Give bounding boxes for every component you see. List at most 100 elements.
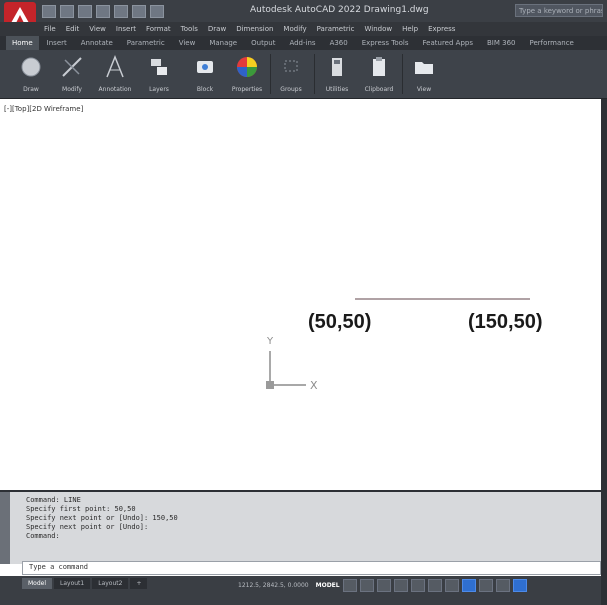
tab-performance[interactable]: Performance (523, 36, 579, 50)
tab-express-tools[interactable]: Express Tools (356, 36, 415, 50)
window-edge (601, 99, 607, 605)
isolate-icon[interactable] (495, 579, 510, 592)
command-history-line: Specify next point or [Undo]: (26, 523, 149, 531)
coordinates-readout: 1212.5, 2842.5, 0.0000 (238, 582, 309, 589)
model-space-toggle[interactable]: MODEL (316, 582, 340, 589)
search-input[interactable]: Type a keyword or phrase (515, 4, 603, 17)
ribbon-panel: Draw Modify Annotation Layers Block Prop… (0, 50, 607, 99)
command-history: Command: LINE Specify first point: 50,50 S… (0, 490, 601, 564)
menu-item-edit[interactable]: Edit (66, 25, 80, 33)
clipboard-button[interactable]: Clipboard (360, 53, 398, 95)
otrack-icon[interactable] (427, 579, 442, 592)
draw-label: Draw (23, 86, 39, 93)
properties-button[interactable]: Properties (228, 53, 266, 95)
menu-item-format[interactable]: Format (146, 25, 171, 33)
command-line-grip[interactable] (0, 492, 10, 564)
ortho-icon[interactable] (376, 579, 391, 592)
menu-item-file[interactable]: File (44, 25, 56, 33)
block-button[interactable]: Block (186, 53, 224, 95)
command-input[interactable]: Type a command (22, 561, 601, 575)
view-button[interactable]: View (405, 53, 443, 95)
ribbon-separator (402, 54, 403, 94)
menu-item-help[interactable]: Help (402, 25, 418, 33)
redo-icon[interactable] (150, 5, 164, 18)
draw-icon (21, 57, 41, 77)
menu-item-insert[interactable]: Insert (116, 25, 136, 33)
menu-item-parametric[interactable]: Parametric (317, 25, 355, 33)
save-icon[interactable] (78, 5, 92, 18)
menu-item-dimension[interactable]: Dimension (236, 25, 273, 33)
annotation-scale-icon[interactable] (461, 579, 476, 592)
layers-label: Layers (149, 86, 169, 93)
utilities-label: Utilities (325, 86, 349, 93)
snap-icon[interactable] (359, 579, 374, 592)
command-history-line: Specify next point or [Undo]: 150,50 (26, 514, 178, 522)
layout-tab-model[interactable]: Model (22, 578, 53, 589)
ribbon-tabs: Home Insert Annotate Parametric View Manage Ou… (0, 36, 607, 50)
command-history-line: Specify first point: 50,50 (26, 505, 136, 513)
groups-label: Groups (280, 86, 302, 93)
annotation-label: Annotation (98, 86, 132, 93)
menu-bar: File Edit View Insert Format Tools Draw Dimensi… (0, 22, 607, 36)
layout-tabs: Model Layout1 Layout2 + (22, 578, 148, 589)
tab-home[interactable]: Home (6, 36, 39, 50)
end-point-label: (150,50) (468, 311, 543, 333)
tab-featured-apps[interactable]: Featured Apps (417, 36, 479, 50)
polar-icon[interactable] (393, 579, 408, 592)
modify-button[interactable]: Modify (53, 53, 91, 95)
command-history-text: Command: LINE Specify first point: 50,50 S… (26, 496, 178, 541)
layout-tab-layout1[interactable]: Layout1 (54, 578, 91, 589)
new-icon[interactable] (42, 5, 56, 18)
plot-icon[interactable] (114, 5, 128, 18)
grid-icon[interactable] (342, 579, 357, 592)
status-bar: Model Layout1 Layout2 + 1212.5, 2842.5, 0.0… (0, 576, 601, 605)
save-as-icon[interactable] (96, 5, 110, 18)
ribbon-separator (314, 54, 315, 94)
menu-item-view[interactable]: View (89, 25, 106, 33)
tab-bim-360[interactable]: BIM 360 (481, 36, 522, 50)
tab-parametric[interactable]: Parametric (121, 36, 171, 50)
ucs-y-label: Y (266, 336, 274, 347)
groups-button[interactable]: Groups (272, 53, 310, 95)
menu-item-tools[interactable]: Tools (181, 25, 198, 33)
menu-item-modify[interactable]: Modify (283, 25, 306, 33)
tab-annotate[interactable]: Annotate (75, 36, 119, 50)
command-history-line: Command: LINE (26, 496, 81, 504)
layers-button[interactable]: Layers (140, 53, 178, 95)
title-bar: Autodesk AutoCAD 2022 Drawing1.dwg Type … (0, 0, 607, 28)
osnap-icon[interactable] (410, 579, 425, 592)
customize-icon[interactable] (512, 579, 527, 592)
menu-item-window[interactable]: Window (365, 25, 393, 33)
modify-icon (62, 57, 82, 77)
viewport-controls[interactable]: [-][Top][2D Wireframe] (4, 105, 83, 113)
menu-item-draw[interactable]: Draw (208, 25, 226, 33)
workspace-icon[interactable] (478, 579, 493, 592)
command-prompt: Type a command (29, 563, 89, 571)
annotation-button[interactable]: Annotation (96, 53, 134, 95)
tab-add-ins[interactable]: Add-ins (283, 36, 321, 50)
drawing-area[interactable]: [-][Top][2D Wireframe] (50,50) (150,50) … (0, 99, 601, 490)
tab-a360[interactable]: A360 (324, 36, 354, 50)
tab-manage[interactable]: Manage (203, 36, 243, 50)
menu-item-express[interactable]: Express (428, 25, 455, 33)
modify-label: Modify (62, 86, 82, 93)
undo-icon[interactable] (132, 5, 146, 18)
tab-view[interactable]: View (173, 36, 202, 50)
utilities-button[interactable]: Utilities (318, 53, 356, 95)
drawn-line[interactable] (355, 298, 530, 300)
open-icon[interactable] (60, 5, 74, 18)
draw-button[interactable]: Draw (12, 53, 50, 95)
clipboard-label: Clipboard (364, 86, 394, 93)
ucs-x-label: X (310, 379, 318, 392)
tab-insert[interactable]: Insert (41, 36, 73, 50)
tab-output[interactable]: Output (245, 36, 281, 50)
annotation-icon (106, 55, 124, 78)
quick-access-toolbar (42, 5, 164, 18)
groups-icon (284, 60, 298, 72)
status-items: 1212.5, 2842.5, 0.0000 MODEL (238, 579, 527, 592)
layout-tab-add[interactable]: + (130, 578, 148, 589)
window-title: Autodesk AutoCAD 2022 Drawing1.dwg (250, 5, 429, 15)
properties-label: Properties (231, 86, 263, 93)
layout-tab-layout2[interactable]: Layout2 (92, 578, 129, 589)
lineweight-icon[interactable] (444, 579, 459, 592)
